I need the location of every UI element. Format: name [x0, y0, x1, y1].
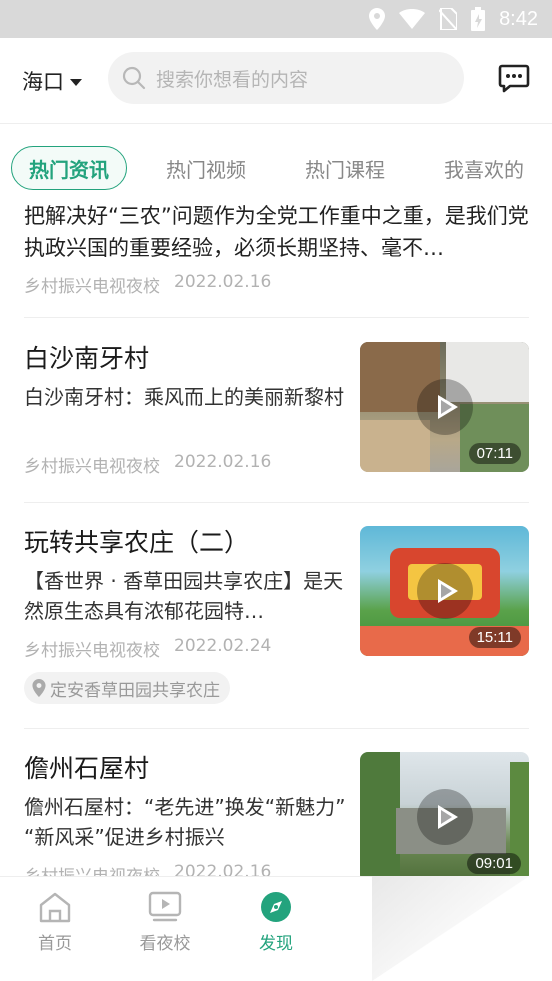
item-date: 2022.02.24 — [174, 636, 272, 656]
location-pin-icon — [32, 679, 46, 697]
item-source: 乡村振兴电视夜校 — [24, 277, 160, 297]
item-text-block: 白沙南牙村 白沙南牙村：乘风而上的美丽新黎村 乡村振兴电视夜校 2022.02.… — [24, 342, 350, 477]
location-icon — [369, 8, 386, 30]
home-icon — [39, 892, 71, 923]
search-placeholder: 搜索你想看的内容 — [156, 68, 309, 91]
nav-night-school-label: 看夜校 — [139, 934, 191, 954]
status-time: 8:42 — [499, 7, 538, 30]
nav-discover-label: 发现 — [259, 934, 293, 954]
city-selector[interactable]: 海口 — [22, 66, 82, 96]
location-tag[interactable]: 定安香草田园共享农庄 — [24, 672, 230, 704]
item-title: 儋州石屋村 — [24, 754, 150, 783]
item-date: 2022.02.16 — [174, 452, 272, 472]
compass-icon — [261, 892, 291, 922]
item-source: 乡村振兴电视夜校 — [24, 862, 160, 876]
item-text-block: 玩转共享农庄（二） 【香世界 · 香草田园共享农庄】是天然原生态具有浓郁花园特…… — [24, 526, 350, 661]
tab-hot-courses[interactable]: 热门课程 — [285, 146, 405, 190]
item-desc: 儋州石屋村：“老先进”换发“新魅力” “新风采”促进乡村振兴 — [24, 795, 346, 849]
city-label: 海口 — [22, 70, 64, 94]
no-sim-icon — [439, 8, 458, 30]
list-item[interactable]: 玩转共享农庄（二） 【香世界 · 香草田园共享农庄】是天然原生态具有浓郁花园特…… — [24, 526, 529, 706]
divider — [24, 502, 529, 503]
battery-icon — [471, 7, 486, 31]
item-text-block: 儋州石屋村 儋州石屋村：“老先进”换发“新魅力” “新风采”促进乡村振兴 乡村振… — [24, 752, 350, 876]
list-item[interactable]: 儋州石屋村 儋州石屋村：“老先进”换发“新魅力” “新风采”促进乡村振兴 乡村振… — [24, 752, 529, 876]
item-source: 乡村振兴电视夜校 — [24, 641, 160, 661]
item-meta: 乡村振兴电视夜校 2022.02.16 — [24, 452, 350, 477]
message-icon[interactable] — [498, 62, 530, 94]
location-label: 定安香草田园共享农庄 — [50, 680, 220, 701]
video-duration: 15:11 — [468, 627, 521, 648]
nav-night-school[interactable]: 看夜校 — [115, 891, 215, 954]
item-date: 2022.02.16 — [174, 862, 272, 876]
tab-my-likes[interactable]: 我喜欢的 — [424, 146, 544, 190]
wifi-icon — [399, 9, 426, 29]
item-meta: 乡村振兴电视夜校 2022.02.16 — [24, 862, 350, 876]
item-desc: 【香世界 · 香草田园共享农庄】是天然原生态具有浓郁花园特… — [24, 569, 344, 623]
search-bar[interactable]: 搜索你想看的内容 — [108, 52, 464, 104]
play-icon — [416, 789, 473, 845]
item-meta: 乡村振兴电视夜校 2022.02.16 — [24, 272, 529, 297]
nav-discover[interactable]: 发现 — [226, 891, 326, 954]
item-title: 白沙南牙村 — [24, 344, 150, 373]
item-desc: 把解决好“三农”问题作为全党工作重中之重，是我们党执政兴国的重要经验，必须长期坚… — [24, 204, 529, 260]
video-duration: 07:11 — [468, 443, 521, 464]
feed-list: 把解决好“三农”问题作为全党工作重中之重，是我们党执政兴国的重要经验，必须长期坚… — [0, 196, 552, 876]
play-icon — [416, 563, 473, 619]
page-curl — [372, 861, 552, 981]
tab-hot-news[interactable]: 热门资讯 — [11, 146, 127, 190]
list-item[interactable]: 白沙南牙村 白沙南牙村：乘风而上的美丽新黎村 乡村振兴电视夜校 2022.02.… — [24, 342, 529, 477]
nav-home-label: 首页 — [38, 934, 72, 954]
top-header: 海口 搜索你想看的内容 — [0, 38, 552, 124]
item-source: 乡村振兴电视夜校 — [24, 457, 160, 477]
tab-hot-videos[interactable]: 热门视频 — [146, 146, 266, 190]
divider — [24, 317, 529, 318]
video-thumbnail[interactable]: 15:11 — [360, 526, 529, 656]
divider — [24, 728, 529, 729]
search-icon — [122, 66, 146, 90]
caret-down-icon — [70, 78, 82, 86]
video-icon — [148, 891, 182, 922]
item-desc: 白沙南牙村：乘风而上的美丽新黎村 — [24, 385, 344, 409]
list-item[interactable]: 把解决好“三农”问题作为全党工作重中之重，是我们党执政兴国的重要经验，必须长期坚… — [24, 200, 529, 297]
item-title: 玩转共享农庄（二） — [24, 528, 250, 557]
nav-home[interactable]: 首页 — [5, 891, 105, 954]
video-thumbnail[interactable]: 09:01 — [360, 752, 529, 876]
item-meta: 乡村振兴电视夜校 2022.02.24 — [24, 636, 350, 661]
play-icon — [416, 379, 473, 435]
status-bar: 8:42 — [0, 0, 552, 38]
category-tabs: 热门资讯 热门视频 热门课程 我喜欢的 — [0, 124, 552, 202]
video-thumbnail[interactable]: 07:11 — [360, 342, 529, 472]
status-icons: 8:42 — [369, 0, 538, 38]
item-date: 2022.02.16 — [174, 272, 272, 292]
